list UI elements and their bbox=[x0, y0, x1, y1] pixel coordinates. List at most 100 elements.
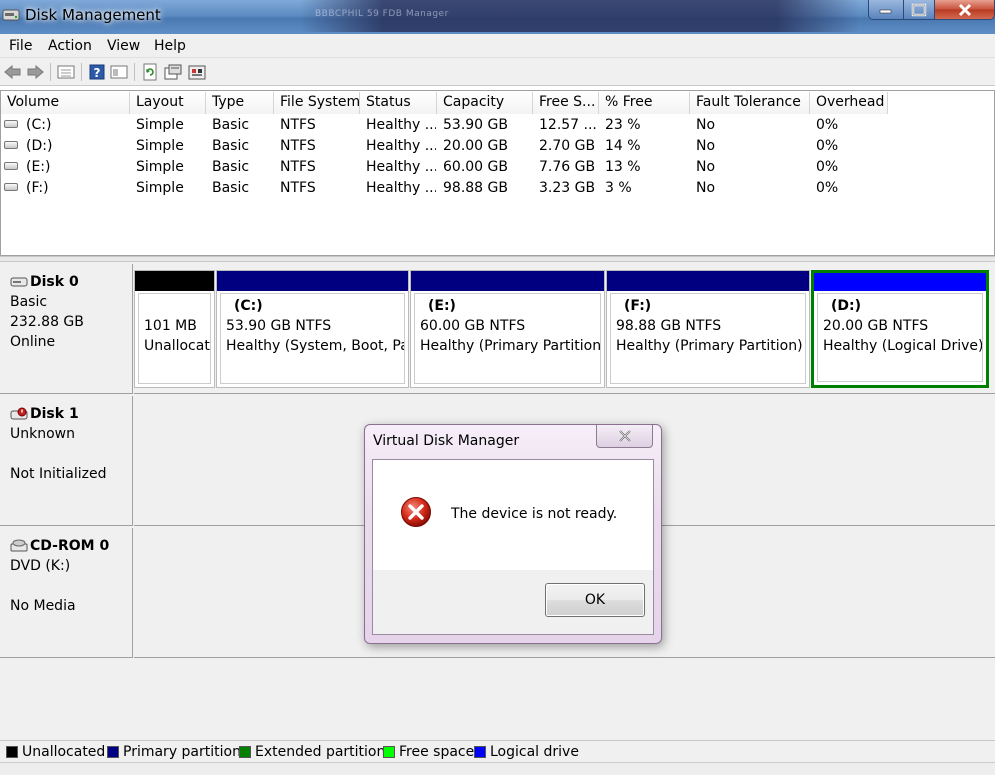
cell-file-system: NTFS bbox=[280, 138, 316, 154]
disk-1-label[interactable]: Disk 1 Unknown Not Initialized bbox=[0, 396, 133, 526]
svg-text:?: ? bbox=[94, 66, 101, 80]
dialog-message: The device is not ready. bbox=[451, 506, 618, 522]
cell-volume[interactable]: (D:) bbox=[26, 136, 52, 156]
settings-button[interactable] bbox=[187, 62, 207, 82]
partition-status: Healthy (Primary Partition) bbox=[420, 338, 601, 354]
show-pane-button[interactable] bbox=[109, 62, 129, 82]
partition-f[interactable]: (F:) 98.88 GB NTFS Healthy (Primary Part… bbox=[606, 270, 810, 388]
back-button[interactable] bbox=[3, 62, 23, 82]
cell-layout: Simple bbox=[136, 180, 184, 196]
partition-info: (C:) 53.90 GB NTFS Healthy (System, Boot… bbox=[220, 293, 405, 384]
list-view-button[interactable] bbox=[56, 62, 76, 82]
column-header-fault-tolerance[interactable]: Fault Tolerance bbox=[690, 92, 810, 114]
cell-overhead: 0% bbox=[816, 138, 839, 154]
partition-status: Healthy (Logical Drive) bbox=[823, 338, 983, 354]
column-header-volume[interactable]: Volume bbox=[1, 92, 130, 114]
legend-swatch bbox=[239, 746, 251, 758]
cell-capacity: 98.88 GB bbox=[443, 180, 508, 196]
disk-management-app-icon bbox=[2, 9, 20, 21]
cell-overhead: 0% bbox=[816, 180, 839, 196]
partition-label: (D:) bbox=[831, 298, 862, 314]
cdrom-0-name: CD-ROM 0 bbox=[30, 538, 110, 554]
cell-fault-tolerance: No bbox=[696, 138, 716, 154]
partition-c[interactable]: (C:) 53.90 GB NTFS Healthy (System, Boot… bbox=[216, 270, 409, 388]
partition-status: Healthy (System, Boot, Pag bbox=[226, 338, 405, 354]
cell-status: Healthy ... bbox=[366, 180, 436, 196]
cell-percent-free: 3 % bbox=[605, 180, 632, 196]
list-icon bbox=[57, 65, 75, 79]
partition-label: (F:) bbox=[624, 298, 652, 314]
ok-button[interactable]: OK bbox=[545, 583, 645, 617]
help-icon: ? bbox=[89, 64, 105, 80]
column-header-type[interactable]: Type bbox=[206, 92, 274, 114]
partition-d-extended[interactable]: (D:) 20.00 GB NTFS Healthy (Logical Driv… bbox=[811, 270, 989, 388]
menu-view[interactable]: View bbox=[107, 38, 140, 54]
cell-status: Healthy ... bbox=[366, 138, 436, 154]
column-header-layout[interactable]: Layout bbox=[130, 92, 206, 114]
partition-e[interactable]: (E:) 60.00 GB NTFS Healthy (Primary Part… bbox=[410, 270, 605, 388]
cell-type: Basic bbox=[212, 180, 250, 196]
column-header-capacity[interactable]: Capacity bbox=[437, 92, 533, 114]
cell-free-space: 2.70 GB bbox=[539, 138, 596, 154]
volume-icon bbox=[4, 183, 18, 191]
partition-status: Unallocate bbox=[144, 338, 211, 354]
maximize-button[interactable] bbox=[903, 0, 935, 20]
legend-swatch bbox=[474, 746, 486, 758]
partition-size: 60.00 GB NTFS bbox=[420, 318, 526, 334]
cell-free-space: 12.57 ... bbox=[539, 117, 597, 133]
partition-type-bar bbox=[411, 271, 604, 291]
column-header-free-space[interactable]: Free S... bbox=[533, 92, 599, 114]
legend-label: Primary partition bbox=[123, 744, 241, 760]
dialog-close-button[interactable] bbox=[596, 425, 653, 448]
partition-type-bar bbox=[217, 271, 408, 291]
partition-info: 101 MB Unallocate bbox=[138, 293, 211, 384]
refresh-icon bbox=[143, 63, 157, 81]
cell-fault-tolerance: No bbox=[696, 159, 716, 175]
properties-button[interactable] bbox=[163, 62, 183, 82]
cell-status: Healthy ... bbox=[366, 117, 436, 133]
cell-percent-free: 14 % bbox=[605, 138, 641, 154]
column-header-file-system[interactable]: File System bbox=[274, 92, 360, 114]
cdrom-0-label[interactable]: CD-ROM 0 DVD (K:) No Media bbox=[0, 528, 133, 658]
menu-help[interactable]: Help bbox=[154, 38, 186, 54]
dialog-title: Virtual Disk Manager bbox=[373, 433, 520, 449]
back-icon bbox=[4, 65, 21, 79]
partition-status: Healthy (Primary Partition) bbox=[616, 338, 803, 354]
menu-file[interactable]: File bbox=[9, 38, 32, 54]
cell-layout: Simple bbox=[136, 138, 184, 154]
help-button[interactable]: ? bbox=[87, 62, 107, 82]
cell-volume[interactable]: (E:) bbox=[26, 157, 51, 177]
close-window-button[interactable] bbox=[934, 0, 995, 20]
legend-primary-partition: Primary partition bbox=[107, 744, 241, 760]
disk-0-type: Basic bbox=[10, 294, 48, 310]
cell-volume[interactable]: (F:) bbox=[26, 178, 49, 198]
forward-button[interactable] bbox=[25, 62, 45, 82]
menu-action[interactable]: Action bbox=[48, 38, 92, 54]
error-icon bbox=[401, 497, 431, 527]
cell-overhead: 0% bbox=[816, 159, 839, 175]
disk-0-label[interactable]: Disk 0 Basic 232.88 GB Online bbox=[0, 264, 133, 394]
partition-label: (E:) bbox=[428, 298, 456, 314]
minimize-button[interactable] bbox=[868, 0, 904, 20]
cell-type: Basic bbox=[212, 159, 250, 175]
toolbar-separator bbox=[50, 63, 51, 81]
cdrom-0-type: DVD (K:) bbox=[10, 558, 71, 574]
disk-1-type: Unknown bbox=[10, 426, 75, 442]
cell-type: Basic bbox=[212, 117, 250, 133]
cell-percent-free: 23 % bbox=[605, 117, 641, 133]
cell-volume[interactable]: (C:) bbox=[26, 115, 51, 135]
legend-swatch bbox=[107, 746, 119, 758]
column-header-percent-free[interactable]: % Free bbox=[599, 92, 690, 114]
legend-swatch bbox=[383, 746, 395, 758]
legend-label: Logical drive bbox=[490, 744, 579, 760]
cell-capacity: 20.00 GB bbox=[443, 138, 508, 154]
column-header-status[interactable]: Status bbox=[360, 92, 437, 114]
column-header-overhead[interactable]: Overhead bbox=[810, 92, 888, 114]
disk-1-name: Disk 1 bbox=[30, 406, 79, 422]
refresh-button[interactable] bbox=[140, 62, 160, 82]
partition-type-bar bbox=[135, 271, 214, 291]
cdrom-icon bbox=[10, 539, 28, 552]
partition-unallocated[interactable]: 101 MB Unallocate bbox=[134, 270, 215, 388]
legend-free-space: Free space bbox=[383, 744, 474, 760]
